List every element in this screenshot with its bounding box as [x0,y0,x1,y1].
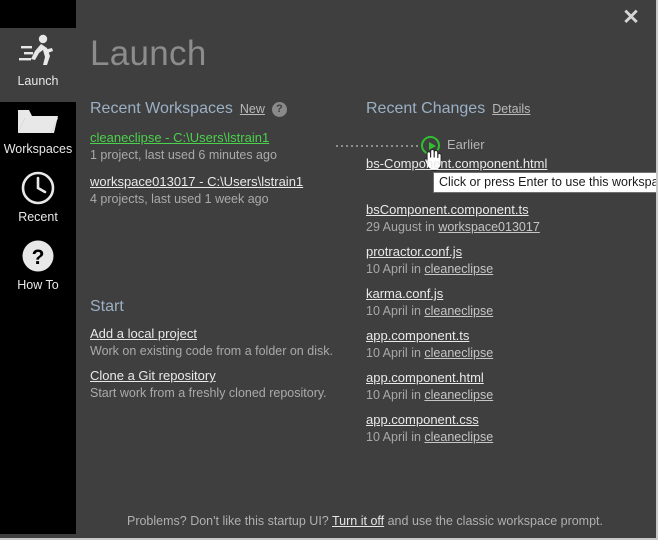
sidebar-item-label: Launch [17,74,59,88]
section-title: Recent Changes [366,100,486,117]
changes-group-label: Earlier [447,137,485,152]
change-in-label: in [411,262,421,276]
recent-changes-heading: Recent Changes Details [366,100,646,118]
change-meta: 10 April in cleaneclipse [366,346,656,360]
change-date: 10 April [366,346,408,360]
recent-workspaces-section: Recent Workspaces New ? cleaneclipse - C… [90,100,366,206]
change-file-link[interactable]: protractor.conf.js [366,244,462,259]
launch-window: Launch Workspaces Recent ? How To ✕ Laun… [0,0,658,540]
change-file-link[interactable]: app.component.ts [366,328,469,343]
workspace-entry: workspace013017 - C:\Users\lstrain1 4 pr… [90,173,366,206]
change-date: 10 April [366,262,408,276]
footer-prefix: Problems? Don't like this startup UI? [126,514,329,528]
start-description: Work on existing code from a folder on d… [90,344,333,358]
change-item: protractor.conf.js 10 April in cleanecli… [366,243,656,276]
change-item: bsComponent.component.ts 29 August in wo… [366,201,656,234]
start-entry: Clone a Git repository Start work from a… [90,367,366,400]
new-workspace-link[interactable]: New [240,102,265,116]
folder-icon [0,96,76,138]
section-title: Start [90,298,124,315]
start-section: Start Add a local project Work on existi… [90,298,366,400]
change-meta: 29 August in workspace013017 [366,220,656,234]
change-item: app.component.ts 10 April in cleaneclips… [366,327,656,360]
change-in-label: in [411,346,421,360]
main-panel: ✕ Launch Recent Workspaces New ? cleanec… [76,0,656,536]
change-date: 10 April [366,388,408,402]
workspace-link[interactable]: cleaneclipse - C:\Users\lstrain1 [90,130,269,145]
workspace-entry: cleaneclipse - C:\Users\lstrain1 1 proje… [90,129,366,162]
sidebar-item-label: Workspaces [3,142,73,156]
start-heading: Start [90,298,366,316]
sidebar-item-label: How To [17,278,59,292]
change-workspace-link[interactable]: cleaneclipse [424,388,493,402]
recent-workspaces-heading: Recent Workspaces New ? [90,100,366,118]
question-icon: ? [0,232,76,274]
change-item: app.component.html 10 April in cleanecli… [366,369,656,402]
turn-it-off-link[interactable]: Turn it off [332,514,384,528]
change-date: 10 April [366,304,408,318]
svg-text:?: ? [32,246,45,269]
change-in-label: in [411,430,421,444]
workspace-meta: 4 projects, last used 1 week ago [90,192,269,206]
change-file-link[interactable]: bsComponent.component.ts [366,202,529,217]
sidebar-item-launch[interactable]: Launch [0,28,76,102]
start-entry: Add a local project Work on existing cod… [90,325,366,358]
change-meta: 10 April in cleaneclipse [366,430,656,444]
change-item: karma.conf.js 10 April in cleaneclipse [366,285,656,318]
change-meta: 10 April in cleaneclipse [366,262,656,276]
runner-icon [0,28,76,70]
help-icon[interactable]: ? [271,101,287,117]
recent-changes-list: bs-Component.component.html bsComponent.… [366,155,656,453]
change-workspace-link[interactable]: cleaneclipse [424,304,493,318]
clone-git-repository-link[interactable]: Clone a Git repository [90,368,216,383]
change-item: bs-Component.component.html [366,155,656,173]
section-title: Recent Workspaces [90,100,233,117]
workspace-link[interactable]: workspace013017 - C:\Users\lstrain1 [90,174,303,189]
sidebar-item-workspaces[interactable]: Workspaces [0,96,76,170]
change-workspace-link[interactable]: cleaneclipse [424,430,493,444]
change-file-link[interactable]: app.component.html [366,370,484,385]
workspace-connector-line [336,145,420,147]
workspace-meta: 1 project, last used 6 minutes ago [90,148,277,162]
change-date: 10 April [366,430,408,444]
start-description: Start work from a freshly cloned reposit… [90,386,327,400]
change-item: app.component.css 10 April in cleaneclip… [366,411,656,444]
change-meta: 10 April in cleaneclipse [366,388,656,402]
change-file-link[interactable]: app.component.css [366,412,479,427]
change-file-link[interactable]: bs-Component.component.html [366,156,547,171]
footer-suffix: and use the classic workspace prompt. [387,514,603,528]
tooltip: Click or press Enter to use this workspa… [433,172,656,193]
page-title: Launch [90,34,207,73]
clock-icon [0,164,76,206]
recent-changes-section: Recent Changes Details [366,100,646,120]
sidebar-item-how-to[interactable]: ? How To [0,232,76,306]
add-local-project-link[interactable]: Add a local project [90,326,197,341]
details-link[interactable]: Details [492,102,530,116]
change-workspace-link[interactable]: cleaneclipse [424,346,493,360]
footer-bar: Problems? Don't like this startup UI? Tu… [76,514,654,528]
sidebar-item-recent[interactable]: Recent [0,164,76,238]
change-workspace-link[interactable]: cleaneclipse [424,262,493,276]
sidebar: Launch Workspaces Recent ? How To [0,0,76,534]
change-meta: 10 April in cleaneclipse [366,304,656,318]
change-workspace-link[interactable]: workspace013017 [438,220,539,234]
sidebar-item-label: Recent [18,210,58,224]
change-in-label: in [411,388,421,402]
close-icon[interactable]: ✕ [618,4,644,30]
change-in-label: in [425,220,435,234]
change-in-label: in [411,304,421,318]
change-date: 29 August [366,220,422,234]
change-file-link[interactable]: karma.conf.js [366,286,443,301]
